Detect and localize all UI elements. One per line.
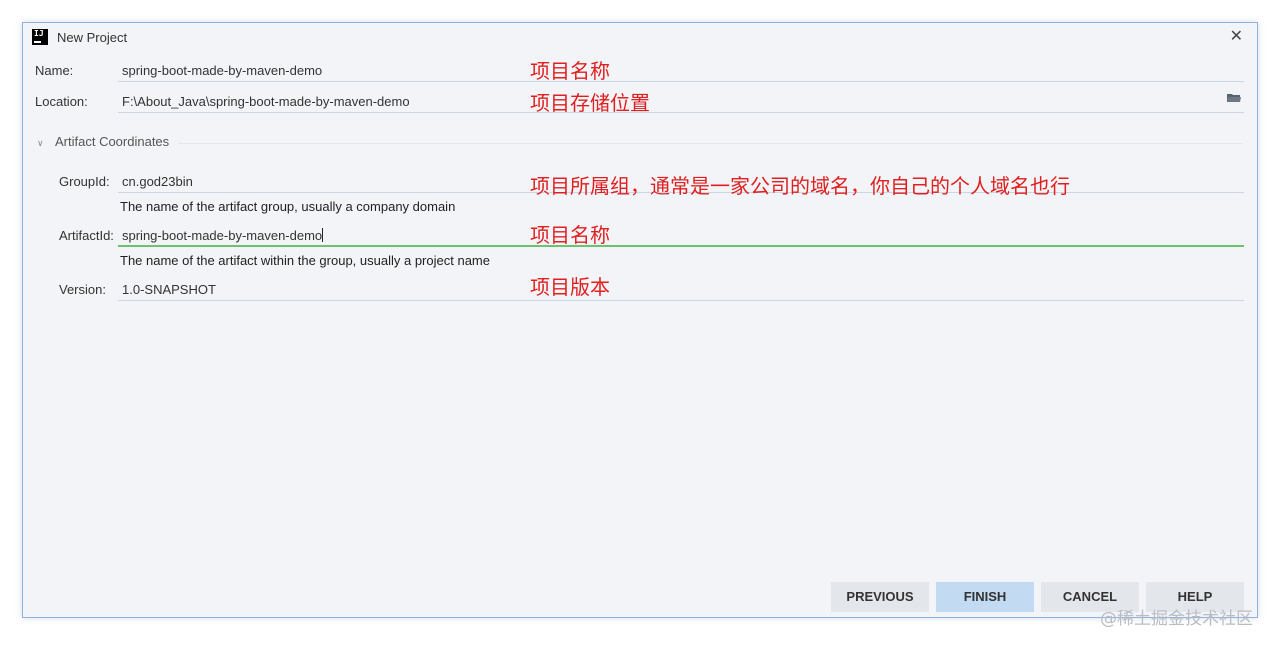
section-title: Artifact Coordinates xyxy=(55,134,170,149)
version-input[interactable]: 1.0-SNAPSHOT xyxy=(122,282,216,297)
version-label: Version: xyxy=(59,282,106,297)
section-divider xyxy=(178,143,1243,144)
groupid-hint: The name of the artifact group, usually … xyxy=(120,199,456,214)
location-input[interactable]: F:\About_Java\spring-boot-made-by-maven-… xyxy=(122,94,410,109)
annotation-version: 项目版本 xyxy=(530,275,610,299)
previous-button[interactable]: PREVIOUS xyxy=(831,582,929,612)
name-input[interactable]: spring-boot-made-by-maven-demo xyxy=(122,63,322,78)
annotation-groupid: 项目所属组，通常是一家公司的域名，你自己的个人域名也行 xyxy=(530,174,1070,198)
version-input-underline xyxy=(118,300,1244,301)
artifactid-input-underline xyxy=(118,245,1244,247)
location-label: Location: xyxy=(35,94,88,109)
annotation-artifactid: 项目名称 xyxy=(530,223,610,247)
artifactid-input[interactable]: spring-boot-made-by-maven-demo xyxy=(122,228,324,243)
annotation-location: 项目存储位置 xyxy=(530,91,650,115)
watermark: @稀土掘金技术社区 xyxy=(1100,609,1253,629)
artifactid-label: ArtifactId: xyxy=(59,228,114,243)
folder-icon[interactable] xyxy=(1227,93,1241,103)
title-bar: IJ New Project ✕ xyxy=(23,23,1257,51)
intellij-app-icon: IJ xyxy=(32,29,48,45)
finish-button[interactable]: FINISH xyxy=(936,582,1034,612)
name-input-underline xyxy=(118,81,1244,82)
window-title: New Project xyxy=(57,30,128,45)
groupid-input[interactable]: cn.god23bin xyxy=(122,174,193,189)
new-project-dialog: IJ New Project ✕ Name: spring-boot-made-… xyxy=(22,22,1258,618)
artifactid-hint: The name of the artifact within the grou… xyxy=(120,253,490,268)
text-caret xyxy=(322,228,324,242)
artifact-coordinates-toggle[interactable]: ∨ Artifact Coordinates xyxy=(37,134,169,149)
artifactid-value: spring-boot-made-by-maven-demo xyxy=(122,228,323,243)
annotation-name: 项目名称 xyxy=(530,59,610,83)
groupid-label: GroupId: xyxy=(59,174,110,189)
chevron-down-icon: ∨ xyxy=(37,138,44,148)
close-icon[interactable]: ✕ xyxy=(1230,27,1243,47)
name-label: Name: xyxy=(35,63,74,78)
location-input-underline xyxy=(118,112,1244,113)
